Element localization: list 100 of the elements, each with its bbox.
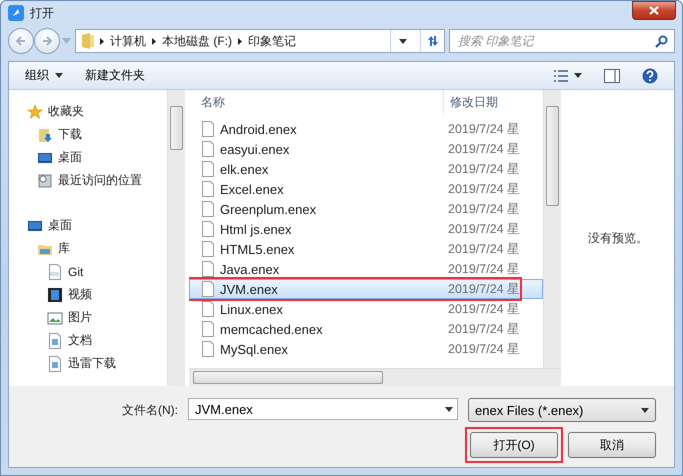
file-row[interactable]: elk.enex 2019/7/24 星 [189, 159, 543, 179]
file-icon [202, 161, 214, 177]
app-icon [8, 5, 24, 21]
nav-item[interactable]: Git [68, 264, 84, 278]
view-options-button[interactable] [554, 68, 582, 84]
dialog-button[interactable]: 取消 [568, 432, 656, 458]
nav-item[interactable]: 文档 [68, 332, 92, 349]
nav-item[interactable]: 桌面 [58, 149, 82, 166]
scrollbar[interactable] [167, 90, 185, 386]
chevron-icon [100, 38, 104, 44]
film-icon [47, 286, 63, 302]
file-icon [202, 141, 214, 157]
file-date: 2019/7/24 星 [448, 140, 520, 158]
address-bar[interactable]: 计算机 本地磁盘 (F:) 印象笔记 [75, 29, 445, 53]
search-icon [655, 34, 668, 48]
forward-arrow-icon [42, 36, 52, 46]
file-date: 2019/7/24 星 [448, 260, 520, 278]
chevron-icon [238, 38, 242, 44]
toolbar-button[interactable]: 新建文件夹 [85, 65, 145, 86]
close-icon [649, 6, 659, 15]
preview-pane-button[interactable] [604, 66, 620, 84]
filename-field[interactable]: JVM.enex [193, 400, 445, 418]
folder-download-icon [37, 126, 53, 142]
toolbar-button[interactable]: 组织 [25, 65, 63, 86]
document-icon [47, 356, 63, 372]
scrollbar[interactable] [543, 90, 561, 368]
nav-item[interactable]: 迅雷下载 [68, 355, 116, 372]
file-row[interactable]: Android.enex 2019/7/24 星 [189, 119, 543, 139]
file-date: 2019/7/24 星 [448, 200, 520, 218]
file-icon [202, 201, 214, 217]
folder-icon [82, 33, 94, 49]
file-row[interactable]: MySql.enex 2019/7/24 星 [189, 339, 543, 359]
file-name: HTML5.enex [220, 242, 294, 256]
dialog-button[interactable]: 打开(O) [470, 432, 558, 458]
nav-item[interactable]: 视频 [68, 286, 92, 303]
nav-item[interactable]: 图片 [68, 309, 92, 326]
caret-icon [574, 73, 582, 78]
horizontal-scrollbar[interactable] [189, 368, 561, 386]
recent-places-icon [37, 172, 53, 188]
file-icon [202, 181, 214, 197]
file-row[interactable]: Html js.enex 2019/7/24 星 [189, 219, 543, 239]
git-file-icon [47, 264, 63, 280]
file-name: Android.enex [220, 122, 297, 136]
file-row[interactable]: Java.enex 2019/7/24 星 [189, 259, 543, 279]
caret-icon [398, 38, 406, 44]
file-date: 2019/7/24 星 [448, 320, 520, 338]
caret-icon [55, 73, 63, 78]
file-row[interactable]: Excel.enex 2019/7/24 星 [189, 179, 543, 199]
file-name: JVM.enex [220, 282, 278, 296]
file-name: easyui.enex [220, 142, 290, 156]
document-icon [47, 332, 63, 348]
file-icon [202, 261, 214, 277]
file-date: 2019/7/24 星 [448, 180, 520, 198]
help-button[interactable] [642, 66, 658, 86]
chevron-icon [152, 38, 156, 44]
list-view-icon [554, 70, 568, 82]
file-icon [202, 221, 214, 237]
picture-icon [47, 310, 63, 326]
nav-item[interactable]: 收藏夹 [48, 103, 84, 120]
file-icon [202, 281, 214, 297]
file-icon [202, 341, 214, 357]
file-date: 2019/7/24 星 [448, 160, 520, 178]
file-name: Excel.enex [220, 182, 284, 196]
file-row[interactable]: JVM.enex 2019/7/24 星 [189, 279, 543, 299]
breadcrumb[interactable]: 本地磁盘 (F:) [162, 32, 232, 50]
refresh-icon [426, 34, 440, 48]
column-header[interactable]: 名称 [189, 90, 444, 115]
file-name: memcached.enex [220, 322, 323, 336]
file-icon [202, 301, 214, 317]
file-date: 2019/7/24 星 [448, 340, 520, 358]
nav-item[interactable]: 下载 [58, 126, 82, 143]
file-row[interactable]: easyui.enex 2019/7/24 星 [189, 139, 543, 159]
back-arrow-icon [16, 36, 26, 46]
filename-combo-box[interactable]: JVM.enex [188, 398, 458, 420]
file-name: Greenplum.enex [220, 202, 316, 216]
file-row[interactable]: Greenplum.enex 2019/7/24 星 [189, 199, 543, 219]
caret-icon [641, 408, 649, 412]
file-row[interactable]: memcached.enex 2019/7/24 星 [189, 319, 543, 339]
file-type-dropdown[interactable]: enex Files (*.enex) [468, 398, 656, 422]
breadcrumb[interactable]: 印象笔记 [248, 32, 296, 50]
file-icon [202, 121, 214, 137]
help-icon [642, 68, 658, 84]
star-icon [27, 104, 43, 120]
nav-item[interactable]: 最近访问的位置 [58, 172, 142, 189]
file-name: MySql.enex [220, 342, 288, 356]
breadcrumb[interactable]: 计算机 [110, 32, 146, 50]
nav-item[interactable]: 库 [58, 240, 70, 257]
file-date: 2019/7/24 星 [448, 120, 520, 138]
file-date: 2019/7/24 星 [448, 280, 520, 298]
close-button[interactable] [632, 1, 676, 20]
file-name: Html js.enex [220, 222, 292, 236]
file-name: elk.enex [220, 162, 268, 176]
window-title: 打开 [30, 4, 55, 22]
filename-label: 文件名(N): [122, 402, 178, 418]
search-box[interactable]: 搜索 印象笔记 [449, 29, 675, 53]
file-row[interactable]: HTML5.enex 2019/7/24 星 [189, 239, 543, 259]
column-header[interactable]: 修改日期 [444, 90, 543, 115]
file-date: 2019/7/24 星 [448, 300, 520, 318]
file-row[interactable]: Linux.enex 2019/7/24 星 [189, 299, 543, 319]
nav-item[interactable]: 桌面 [48, 217, 72, 234]
